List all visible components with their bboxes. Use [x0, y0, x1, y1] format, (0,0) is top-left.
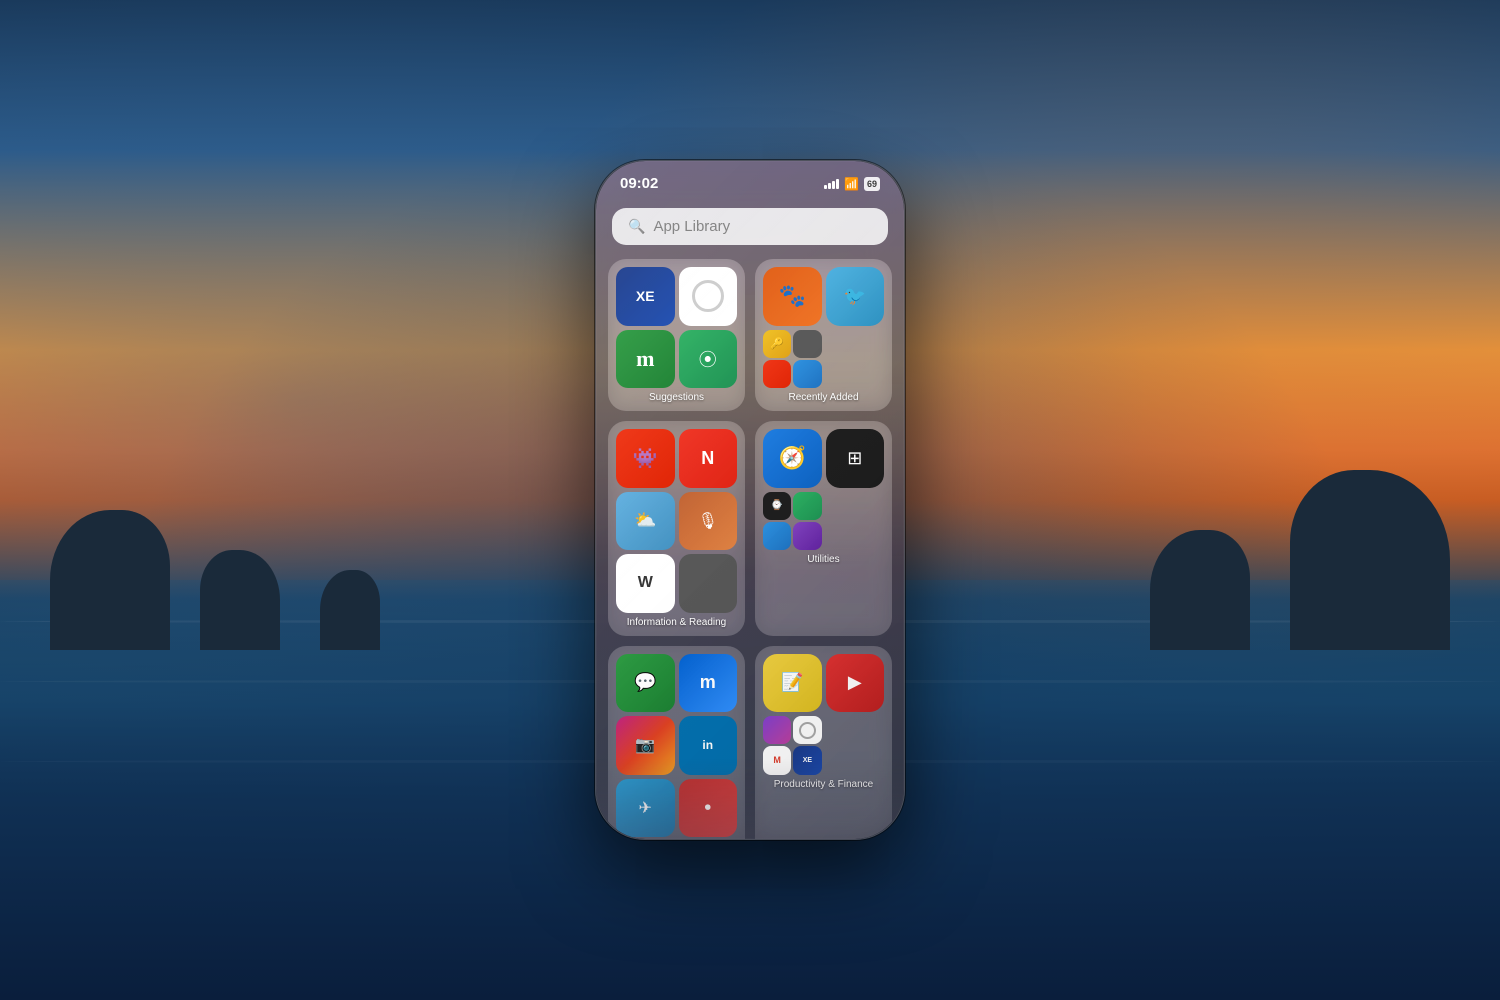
app-podcast[interactable]: 🎙 [679, 492, 738, 551]
battery-level: 69 [867, 179, 877, 189]
mini-app2[interactable] [763, 360, 791, 388]
app-instagram[interactable]: 📷 [616, 716, 675, 775]
status-icons: 📶 69 [824, 177, 880, 191]
app-reddit[interactable]: 👾 [616, 429, 675, 488]
app-grid: XE m ⦿ Suggestions [596, 259, 904, 839]
app-xe[interactable]: XE [616, 267, 675, 326]
mini-shortcuts[interactable] [763, 716, 791, 744]
app-speeko[interactable]: ▶ [826, 654, 885, 713]
folder-label-info: Information & Reading [616, 617, 737, 628]
folder-apps-social: 💬 m 📷 in ✈ ⏺ [616, 654, 737, 838]
status-time: 09:02 [620, 175, 658, 192]
folder-apps-info: 👾 N ⛅ 🎙 W [616, 429, 737, 613]
mini-xe[interactable]: XE [793, 746, 821, 774]
folder-utilities[interactable]: 🧭 ⊞ ⌚ [755, 421, 892, 636]
app-wiki[interactable]: W [616, 554, 675, 613]
app-circle[interactable] [679, 267, 738, 326]
status-bar: 09:02 📶 69 [596, 161, 904, 200]
mini-gmail[interactable]: M [763, 746, 791, 774]
app-messenger[interactable]: m [679, 654, 738, 713]
mini-filer[interactable] [763, 522, 791, 550]
mini-keys[interactable]: 🔑 [763, 330, 791, 358]
folder-main-util: 🧭 ⊞ ⌚ [763, 429, 884, 550]
folder-apps: XE m ⦿ [616, 267, 737, 388]
app-findmy[interactable]: ⦿ [679, 330, 738, 389]
small-grid-prod: M XE [763, 716, 822, 775]
folder-label-prod: Productivity & Finance [763, 779, 884, 790]
folder-productivity[interactable]: 📝 ▶ M [755, 646, 892, 840]
app-paw[interactable]: 🐾 [763, 267, 822, 326]
app-memo[interactable]: m [616, 330, 675, 389]
app-safari[interactable]: 🧭 [763, 429, 822, 488]
search-icon: 🔍 [628, 218, 645, 235]
folder-label-suggestions: Suggestions [616, 392, 737, 403]
app-linkedin[interactable]: in [679, 716, 738, 775]
small-grid-keys: 🔑 [763, 330, 822, 389]
battery-indicator: 69 [864, 177, 880, 191]
signal-icon [824, 178, 839, 189]
mini-pod[interactable] [793, 522, 821, 550]
app-notes[interactable]: 📝 [763, 654, 822, 713]
app-record[interactable]: ⏺ [679, 779, 738, 838]
circle-logo [692, 280, 724, 312]
app-telegram[interactable]: ✈ [616, 779, 675, 838]
folder-suggestions[interactable]: XE m ⦿ Suggestions [608, 259, 745, 411]
search-bar[interactable]: 🔍 App Library [612, 208, 888, 245]
mini-app3[interactable] [793, 360, 821, 388]
app-calculator[interactable]: ⊞ [826, 429, 885, 488]
folder-social[interactable]: 💬 m 📷 in ✈ ⏺ [608, 646, 745, 840]
app-dummy[interactable] [679, 554, 738, 613]
search-placeholder: App Library [653, 218, 730, 235]
phone-frame: 09:02 📶 69 🔍 App Library [595, 160, 905, 840]
app-weather[interactable]: ⛅ [616, 492, 675, 551]
folder-label-util: Utilities [763, 554, 884, 565]
mini-app1[interactable] [793, 330, 821, 358]
folder-recently-added[interactable]: 🐾 🐦 🔑 Recently Add [755, 259, 892, 411]
folder-info-reading[interactable]: 👾 N ⛅ 🎙 W Information & [608, 421, 745, 636]
mini-watch[interactable]: ⌚ [763, 492, 791, 520]
phone-screen: 09:02 📶 69 🔍 App Library [596, 161, 904, 839]
small-grid-util: ⌚ [763, 492, 822, 551]
wifi-icon: 📶 [844, 177, 859, 191]
app-messages[interactable]: 💬 [616, 654, 675, 713]
folder-main: 🐾 🐦 🔑 [763, 267, 884, 388]
folder-label-recently: Recently Added [763, 392, 884, 403]
folder-main-prod: 📝 ▶ M [763, 654, 884, 775]
mini-findmy[interactable] [793, 492, 821, 520]
mini-circle[interactable] [793, 716, 821, 744]
app-bird[interactable]: 🐦 [826, 267, 885, 326]
app-news[interactable]: N [679, 429, 738, 488]
